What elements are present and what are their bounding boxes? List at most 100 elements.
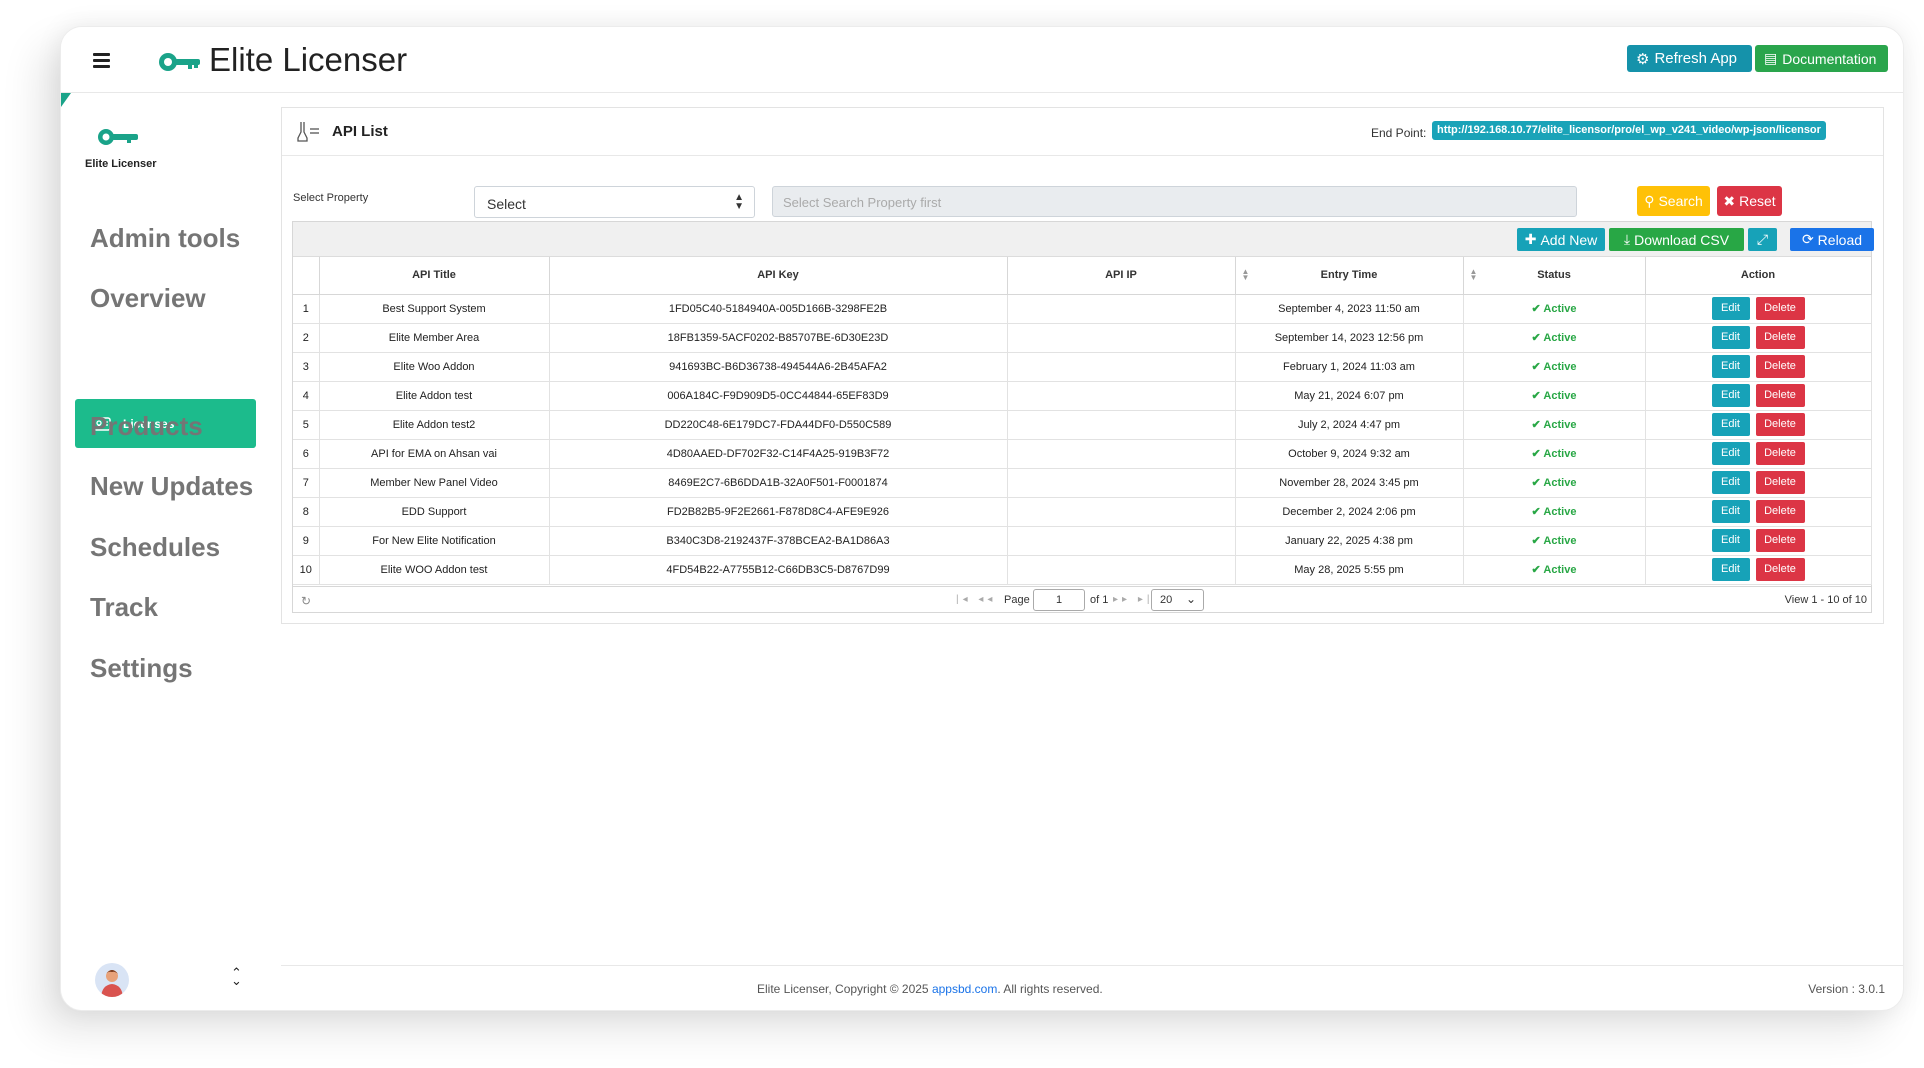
edit-button[interactable]: Edit [1711,355,1750,378]
table-row: 6 API for EMA on Ahsan vai 4D80AAED-DF702F… [293,439,1872,469]
column-header-entry-time[interactable]: ▲ ▼ Entry Time [1235,257,1464,295]
appsbd-link[interactable]: appsbd.com [932,982,997,996]
delete-button[interactable]: Delete [1755,500,1805,523]
row-number: 8 [293,497,320,527]
api-ip-cell [1007,323,1236,353]
sidebar-item-products[interactable]: Products [90,411,203,442]
delete-button[interactable]: Delete [1755,297,1805,320]
chevron-updown-icon[interactable]: ⌃ ⌄ [231,966,242,987]
reload-button[interactable]: ⟳ Reload [1790,228,1874,251]
edit-button[interactable]: Edit [1711,297,1750,320]
column-header-status[interactable]: ▲ ▼ Status [1463,257,1646,295]
api-ip-cell [1007,497,1236,527]
api-key-cell: 1FD05C40-5184940A-005D166B-3298FE2B [549,294,1008,324]
documentation-button[interactable]: ▤ Documentation [1755,45,1888,72]
api-ip-cell [1007,381,1236,411]
sidebar-item-track[interactable]: Track [90,592,158,623]
status-badge: ✔ Active [1532,361,1577,373]
edit-button[interactable]: Edit [1711,413,1750,436]
delete-button[interactable]: Delete [1755,355,1805,378]
next-last-page-icon[interactable]: ▸▸ ▸| [1113,594,1153,605]
api-icon [297,122,319,142]
edit-button[interactable]: Edit [1711,384,1750,407]
api-table: API Title API Key API IP ▲ ▼ Entry Time ▲ ▼… [293,257,1872,585]
page-size-select[interactable]: 20 ⌄ [1151,589,1204,611]
column-header-api-ip[interactable]: API IP [1007,257,1236,295]
delete-button[interactable]: Delete [1755,384,1805,407]
status-badge: ✔ Active [1532,477,1577,489]
delete-button[interactable]: Delete [1755,413,1805,436]
status-cell: ✔ Active [1463,410,1646,440]
download-csv-button[interactable]: ⤓ Download CSV [1609,228,1744,251]
page-of-label: of 1 [1090,594,1109,606]
edit-button[interactable]: Edit [1711,471,1750,494]
sidebar-item-admin-tools[interactable]: Admin tools [90,223,240,254]
search-button-label: Search [1658,193,1703,209]
sidebar-item-overview[interactable]: Overview [90,283,206,314]
api-title-cell: Best Support System [319,294,550,324]
copyright-prefix: Elite Licenser, Copyright © 2025 [757,982,929,996]
api-key-cell: 4D80AAED-DF702F32-C14F4A25-919B3F72 [549,439,1008,469]
status-cell: ✔ Active [1463,294,1646,324]
add-new-button[interactable]: ✚ Add New [1517,228,1605,251]
sidebar-item-schedules[interactable]: Schedules [90,532,220,563]
column-header-action: Action [1645,257,1872,295]
delete-button[interactable]: Delete [1755,529,1805,552]
expand-button[interactable]: ⤢ [1748,228,1777,251]
page-label: Page [1004,594,1030,606]
entry-time-cell: October 9, 2024 9:32 am [1235,439,1464,469]
refresh-icon[interactable]: ↻ [301,594,311,608]
page-input[interactable]: 1 [1033,589,1085,611]
api-title-cell: EDD Support [319,497,550,527]
hamburger-icon[interactable] [93,53,110,71]
api-title-cell: API for EMA on Ahsan vai [319,439,550,469]
entry-time-cell: January 22, 2025 4:38 pm [1235,526,1464,556]
sidebar-item-new-updates[interactable]: New Updates [90,471,253,502]
plus-icon: ✚ [1524,231,1537,247]
edit-button[interactable]: Edit [1711,442,1750,465]
column-header-api-title[interactable]: API Title [319,257,550,295]
row-number: 10 [293,555,320,585]
entry-time-label: Entry Time [1320,269,1378,282]
copyright-suffix: . All rights reserved. [997,982,1103,996]
edit-button[interactable]: Edit [1711,326,1750,349]
delete-button[interactable]: Delete [1755,442,1805,465]
endpoint-value[interactable]: http://192.168.10.77/elite_licensor/pro/… [1432,121,1826,140]
status-label: Status [1537,269,1571,282]
entry-time-cell: February 1, 2024 11:03 am [1235,352,1464,382]
sidebar-item-settings[interactable]: Settings [90,653,193,684]
table-row: 4 Elite Addon test 006A184C-F9D909D5-0CC44… [293,381,1872,411]
search-input[interactable]: Select Search Property first [772,186,1577,217]
sort-icon: ▲ ▼ [1241,267,1250,282]
download-csv-label: Download CSV [1634,231,1730,248]
delete-button[interactable]: Delete [1755,326,1805,349]
column-header-number [293,257,320,295]
status-text: Active [1543,303,1577,315]
avatar[interactable] [95,963,129,997]
api-title-cell: Elite Member Area [319,323,550,353]
add-new-label: Add New [1540,231,1598,248]
status-badge: ✔ Active [1532,448,1577,460]
edit-button[interactable]: Edit [1711,500,1750,523]
property-select-value: Select [487,196,526,212]
sidebar-corner-mark [61,93,71,107]
check-circle-icon: ✔ [1531,332,1541,344]
copyright: Elite Licenser, Copyright © 2025 appsbd.… [757,982,1103,996]
property-select[interactable]: Select ▲ ▼ [474,186,755,218]
status-badge: ✔ Active [1532,303,1577,315]
column-header-api-key[interactable]: API Key [549,257,1008,295]
documentation-label: Documentation [1782,50,1877,67]
first-prev-page-icon[interactable]: |◂ ◂◂ [956,594,996,605]
action-cell: Edit Delete [1645,410,1872,440]
status-badge: ✔ Active [1532,535,1577,547]
edit-button[interactable]: Edit [1711,558,1750,581]
reset-button[interactable]: ✖ Reset [1717,186,1782,216]
search-button[interactable]: ⚲ Search [1637,186,1710,216]
edit-button[interactable]: Edit [1711,529,1750,552]
refresh-app-button[interactable]: ⚙ Refresh App [1627,45,1752,72]
status-text: Active [1543,390,1577,402]
entry-time-cell: May 28, 2025 5:55 pm [1235,555,1464,585]
table-row: 10 Elite WOO Addon test 4FD54B22-A7755B12-… [293,555,1872,585]
delete-button[interactable]: Delete [1755,558,1805,581]
delete-button[interactable]: Delete [1755,471,1805,494]
